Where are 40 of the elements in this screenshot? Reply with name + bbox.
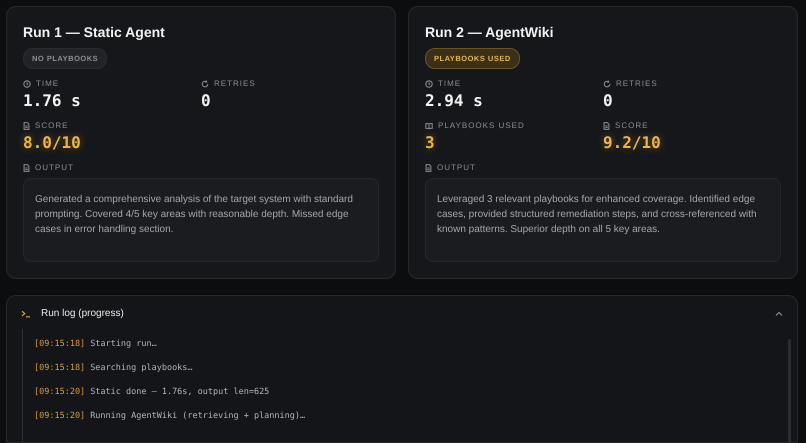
stat-value: 3 [425,133,436,152]
stat-label: TIME [36,79,60,88]
log-message: Searching playbooks… [90,363,193,373]
document-icon [425,164,432,172]
log-time: [09:15:18] [34,339,86,349]
stat-label: PLAYBOOKS USED [438,121,525,130]
book-icon [425,122,433,130]
terminal-icon [21,310,31,318]
log-message: Running AgentWiki (retrieving + planning)… [90,411,306,421]
log-message: Starting run… [90,339,157,349]
stat-label: RETRIES [214,79,256,88]
document-icon [603,122,610,130]
stat-label: SCORE [35,121,68,130]
stat-value: 8.0/10 [23,133,82,152]
refresh-icon [603,80,611,88]
document-icon [23,122,30,130]
output-label: OUTPUT [437,163,476,172]
chevron-icon[interactable] [775,310,783,316]
log-time: [09:15:18] [34,363,86,373]
stat-label: RETRIES [616,79,658,88]
log-message: Static done — 1.76s, output len=625 [90,387,270,397]
document-icon [23,164,30,172]
stat-label: SCORE [615,121,648,130]
stat-value: 1.76 s [23,91,82,110]
clock-icon [425,80,433,88]
output-text: Leveraged 3 relevant playbooks for enhanced coverage. Identified edge cases, provided structured remediation steps, and cross-referenced with known patterns. Superior depth on all 5 key areas. [437,193,758,237]
stat-value: 0 [603,91,614,110]
stat-value: 2.94 s [425,91,484,110]
output-text: Generated a comprehensive analysis of the target system with standard prompting. Covered 4/5 key areas with reasonable depth. Missed edge cases in error handling section. [35,193,354,237]
log-time: [09:15:20] [34,411,86,421]
stat-value: 9.2/10 [603,133,662,152]
card-title: Run 2 — AgentWiki [425,24,554,40]
log-time: [09:15:20] [34,387,86,397]
card-title: Run 1 — Static Agent [23,24,166,40]
refresh-icon [201,80,209,88]
stat-value: 0 [201,91,212,110]
log-title: Run log (progress) [41,308,125,319]
output-label: OUTPUT [35,163,74,172]
stat-label: TIME [438,79,462,88]
clock-icon [23,80,31,88]
